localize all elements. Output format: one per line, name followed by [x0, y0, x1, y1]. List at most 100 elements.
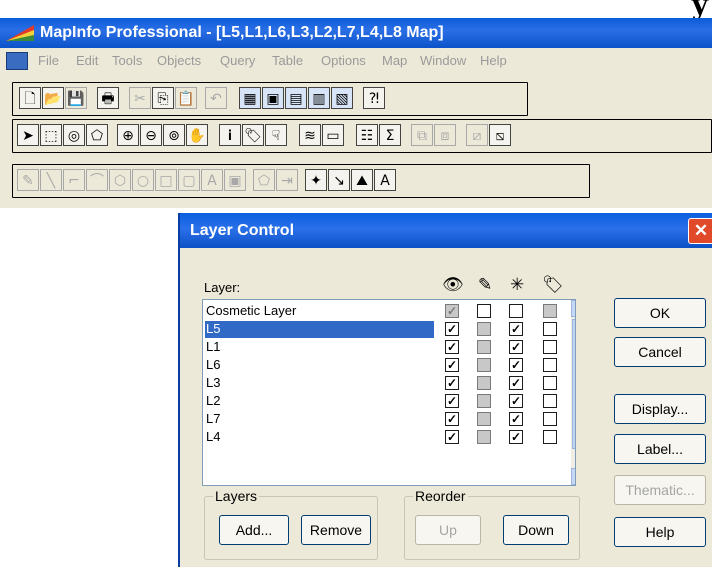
clear-target-icon[interactable]: ⧈: [434, 124, 456, 146]
list-item[interactable]: L2 ✓ ✓: [203, 392, 575, 410]
drag-window-icon[interactable]: ☟: [265, 124, 287, 146]
list-item[interactable]: L6 ✓ ✓: [203, 356, 575, 374]
show-legend-icon[interactable]: ⧄: [466, 124, 488, 146]
scroll-thumb[interactable]: [572, 319, 575, 449]
statistics-icon[interactable]: Σ: [379, 124, 401, 146]
polyline-tool-icon[interactable]: ⌐: [63, 169, 85, 191]
list-item[interactable]: L3 ✓ ✓: [203, 374, 575, 392]
add-node-icon[interactable]: ⇥: [276, 169, 298, 191]
visible-checkbox[interactable]: ✓: [445, 340, 459, 354]
editable-checkbox[interactable]: [477, 430, 491, 444]
selectable-checkbox[interactable]: ✓: [509, 430, 523, 444]
scroll-up-icon[interactable]: ▲: [571, 300, 575, 317]
selectable-checkbox[interactable]: [509, 304, 523, 318]
menu-edit[interactable]: Edit: [76, 53, 98, 68]
copy-icon[interactable]: ⎘: [152, 87, 174, 109]
marquee-select-icon[interactable]: ⬚: [40, 124, 62, 146]
up-button[interactable]: Up: [415, 515, 481, 545]
info-tool-icon[interactable]: 𝐢: [219, 124, 241, 146]
new-grapher-icon[interactable]: ▤: [285, 87, 307, 109]
select-arrow-icon[interactable]: ➤: [17, 124, 39, 146]
list-item[interactable]: Cosmetic Layer ✓: [203, 302, 575, 320]
new-browser-icon[interactable]: ▦: [239, 87, 261, 109]
selectable-checkbox[interactable]: ✓: [509, 322, 523, 336]
ok-button[interactable]: OK: [614, 298, 706, 328]
list-item[interactable]: L5 ✓ ✓: [203, 320, 575, 338]
add-button[interactable]: Add...: [219, 515, 289, 545]
cut-icon[interactable]: ✂: [129, 87, 151, 109]
rectangle-tool-icon[interactable]: □: [155, 169, 177, 191]
line-tool-icon[interactable]: ╲: [40, 169, 62, 191]
visible-checkbox[interactable]: ✓: [445, 430, 459, 444]
menu-query[interactable]: Query: [220, 53, 255, 68]
text-style-icon[interactable]: A: [374, 169, 396, 191]
selectable-checkbox[interactable]: ✓: [509, 376, 523, 390]
menu-objects[interactable]: Objects: [157, 53, 201, 68]
zoom-in-icon[interactable]: ⊕: [117, 124, 139, 146]
help-button[interactable]: Help: [614, 517, 706, 547]
map-window-icon[interactable]: [6, 52, 28, 70]
cancel-button[interactable]: Cancel: [614, 337, 706, 367]
visible-checkbox[interactable]: ✓: [445, 358, 459, 372]
selectable-checkbox[interactable]: ✓: [509, 412, 523, 426]
visible-checkbox[interactable]: ✓: [445, 304, 459, 318]
visible-checkbox[interactable]: ✓: [445, 394, 459, 408]
menu-options[interactable]: Options: [321, 53, 366, 68]
menu-file[interactable]: File: [38, 53, 59, 68]
autolabel-checkbox[interactable]: [543, 322, 557, 336]
autolabel-checkbox[interactable]: [543, 304, 557, 318]
scroll-down-icon[interactable]: ▼: [571, 468, 575, 485]
selectable-checkbox[interactable]: ✓: [509, 340, 523, 354]
symbol-style-icon[interactable]: ✦: [305, 169, 327, 191]
text-tool-icon[interactable]: A: [201, 169, 223, 191]
autolabel-checkbox[interactable]: [543, 340, 557, 354]
print-icon[interactable]: 🖶: [97, 87, 119, 109]
selectable-checkbox[interactable]: ✓: [509, 358, 523, 372]
set-target-icon[interactable]: ⧉: [411, 124, 433, 146]
new-redistrict-icon[interactable]: ▧: [331, 87, 353, 109]
symbol-tool-icon[interactable]: ✎: [17, 169, 39, 191]
ruler-icon[interactable]: ▭: [322, 124, 344, 146]
rounded-rect-tool-icon[interactable]: ▢: [178, 169, 200, 191]
ellipse-tool-icon[interactable]: ○: [132, 169, 154, 191]
list-item[interactable]: L7 ✓ ✓: [203, 410, 575, 428]
menu-help[interactable]: Help: [480, 53, 507, 68]
visible-checkbox[interactable]: ✓: [445, 322, 459, 336]
down-button[interactable]: Down: [503, 515, 569, 545]
new-icon[interactable]: 🗋: [19, 87, 41, 109]
new-layout-icon[interactable]: ▥: [308, 87, 330, 109]
editable-checkbox[interactable]: [477, 340, 491, 354]
change-view-icon[interactable]: ⊚: [163, 124, 185, 146]
editable-checkbox[interactable]: [477, 358, 491, 372]
editable-checkbox[interactable]: [477, 394, 491, 408]
display-button[interactable]: Display...: [614, 394, 706, 424]
autolabel-checkbox[interactable]: [543, 430, 557, 444]
layer-list[interactable]: Cosmetic Layer ✓ L5 ✓ ✓ L1 ✓ ✓ L6 ✓ ✓ L3…: [202, 299, 576, 486]
visible-checkbox[interactable]: ✓: [445, 412, 459, 426]
close-icon[interactable]: ✕: [688, 218, 712, 244]
open-icon[interactable]: 📂: [42, 87, 64, 109]
zoom-out-icon[interactable]: ⊖: [140, 124, 162, 146]
editable-checkbox[interactable]: [477, 376, 491, 390]
autolabel-checkbox[interactable]: [543, 376, 557, 390]
layer-list-scrollbar[interactable]: ▲ ▼: [571, 300, 575, 485]
menu-map[interactable]: Map: [382, 53, 407, 68]
paste-icon[interactable]: 📋: [175, 87, 197, 109]
visible-checkbox[interactable]: ✓: [445, 376, 459, 390]
region-style-icon[interactable]: ⛰: [351, 169, 373, 191]
new-mapper-icon[interactable]: ▣: [262, 87, 284, 109]
menu-window[interactable]: Window: [420, 53, 466, 68]
autolabel-checkbox[interactable]: [543, 358, 557, 372]
polygon-select-icon[interactable]: ⬠: [86, 124, 108, 146]
show-statistics-icon[interactable]: ⧅: [489, 124, 511, 146]
editable-checkbox[interactable]: [477, 322, 491, 336]
arc-tool-icon[interactable]: ⌒: [86, 169, 108, 191]
help-pointer-icon[interactable]: ⁈: [363, 87, 385, 109]
remove-button[interactable]: Remove: [301, 515, 371, 545]
label-tool-icon[interactable]: 🏷: [242, 124, 264, 146]
menu-table[interactable]: Table: [272, 53, 303, 68]
autolabel-checkbox[interactable]: [543, 412, 557, 426]
save-icon[interactable]: 💾: [65, 87, 87, 109]
reshape-tool-icon[interactable]: ⬠: [253, 169, 275, 191]
selectable-checkbox[interactable]: ✓: [509, 394, 523, 408]
